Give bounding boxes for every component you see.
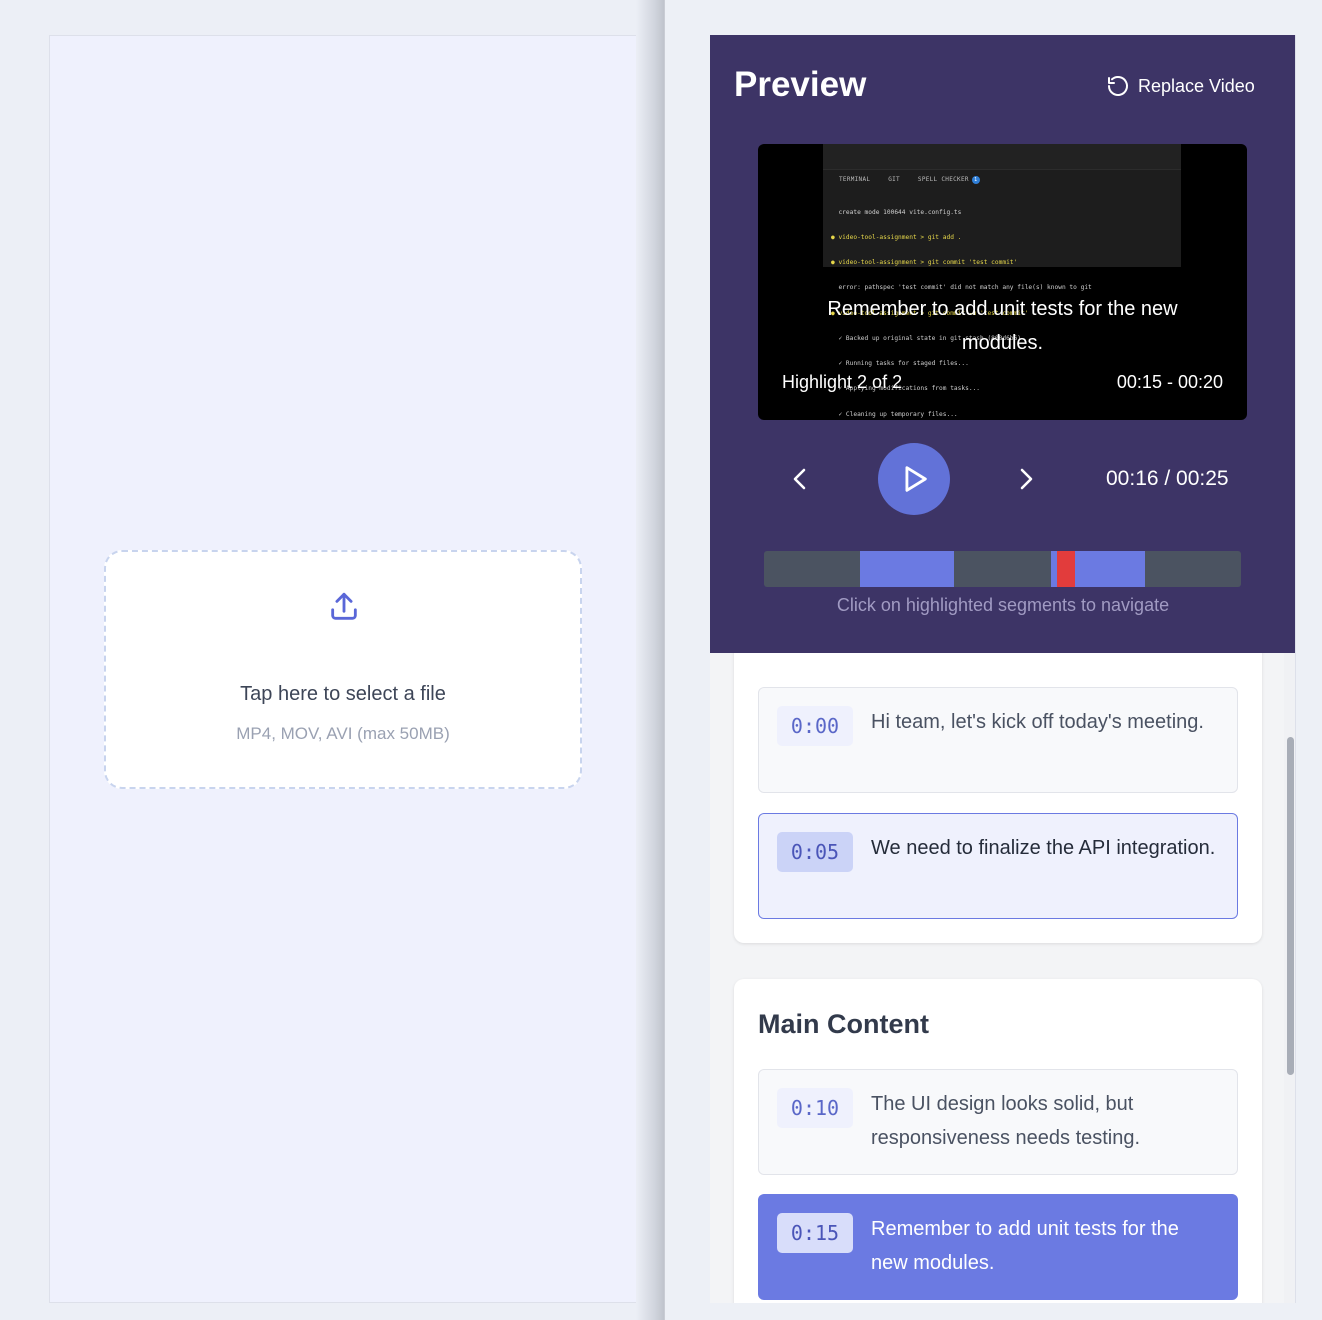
transcript-list[interactable]: 0:00 Hi team, let's kick off today's mee…: [710, 613, 1295, 1303]
scrollbar-thumb[interactable]: [1287, 737, 1294, 1075]
file-dropzone[interactable]: Tap here to select a file MP4, MOV, AVI …: [104, 550, 582, 789]
dropzone-formats: MP4, MOV, AVI (max 50MB): [236, 724, 450, 743]
terminal-line: ● video-tool-assignment > git add .: [831, 234, 962, 242]
refresh-icon: [1108, 76, 1128, 96]
transcript-section-main: Main Content 0:10 The UI design looks so…: [734, 979, 1262, 1303]
dropzone-title: Tap here to select a file: [240, 683, 446, 705]
highlight-time-range: 00:15 - 00:20: [1116, 372, 1223, 392]
video-frame-terminal: TERMINAL GIT SPELL CHECKER 1 create mode …: [823, 144, 1181, 418]
previous-highlight-button[interactable]: [786, 463, 814, 495]
transcript-item[interactable]: 0:00 Hi team, let's kick off today's mee…: [758, 687, 1238, 793]
section-title: Main Content: [758, 1009, 929, 1039]
timestamp-badge: 0:00: [777, 706, 853, 746]
chevron-right-icon: [1020, 468, 1033, 490]
replace-video-label: Replace Video: [1138, 75, 1255, 96]
transcript-text: Remember to add unit tests for the new m…: [871, 1218, 1179, 1274]
transcript-text: We need to finalize the API integration.: [871, 837, 1216, 859]
highlight-timeline[interactable]: [764, 551, 1241, 587]
terminal-line: create mode 100644 vite.config.ts: [831, 208, 962, 216]
highlight-counter: Highlight 2 of 2: [782, 372, 903, 392]
video-caption: Remember to add unit tests for the new m…: [827, 298, 1178, 354]
transcript-section-intro: 0:00 Hi team, let's kick off today's mee…: [734, 613, 1262, 943]
terminal-line: ● video-tool-assignment > git commit 'te…: [831, 259, 1018, 267]
transcript-text: The UI design looks solid, but responsiv…: [871, 1093, 1141, 1149]
play-icon: [905, 466, 927, 492]
chevron-left-icon: [793, 468, 806, 490]
transcript-scrollbar[interactable]: [1284, 653, 1295, 1303]
timeline-playhead[interactable]: [1057, 551, 1075, 587]
timestamp-badge: 0:05: [777, 832, 853, 872]
timestamp-badge: 0:10: [777, 1088, 853, 1128]
timestamp-badge: 0:15: [777, 1213, 853, 1253]
upload-icon: [331, 592, 357, 620]
transcript-item[interactable]: 0:10 The UI design looks solid, but resp…: [758, 1069, 1238, 1175]
editor-pane: Tap here to select a file MP4, MOV, AVI …: [49, 35, 636, 1303]
transcript-item-current[interactable]: 0:15 Remember to add unit tests for the …: [758, 1194, 1238, 1300]
transcript-text: Hi team, let's kick off today's meeting.: [871, 711, 1204, 733]
preview-panel: Preview Replace Video TERMINAL GIT SPELL…: [710, 35, 1295, 653]
pane-divider[interactable]: [636, 0, 664, 1320]
transcript-item-active[interactable]: 0:05 We need to finalize the API integra…: [758, 813, 1238, 919]
time-readout: 00:16 / 00:25: [1106, 467, 1229, 490]
replace-video-button[interactable]: Replace Video: [1106, 73, 1255, 99]
next-highlight-button[interactable]: [1012, 463, 1040, 495]
terminal-badge: 1: [971, 176, 980, 184]
terminal-line: ✓ Cleaning up temporary files...: [831, 410, 958, 418]
terminal-tab: GIT: [888, 176, 900, 183]
video-player[interactable]: TERMINAL GIT SPELL CHECKER 1 create mode …: [758, 144, 1247, 420]
terminal-tab: TERMINAL: [839, 176, 871, 183]
preview-pane: 0:00 Hi team, let's kick off today's mee…: [710, 35, 1296, 1303]
terminal-tab: SPELL CHECKER: [917, 176, 969, 183]
timeline-hint: Click on highlighted segments to navigat…: [836, 595, 1170, 615]
timeline-highlight-segment[interactable]: [860, 551, 954, 587]
preview-title: Preview: [734, 65, 867, 104]
terminal-line: ✓ Running tasks for staged files...: [831, 360, 969, 368]
terminal-tabs: TERMINAL GIT SPELL CHECKER 1: [839, 176, 994, 184]
play-button[interactable]: [878, 443, 950, 515]
